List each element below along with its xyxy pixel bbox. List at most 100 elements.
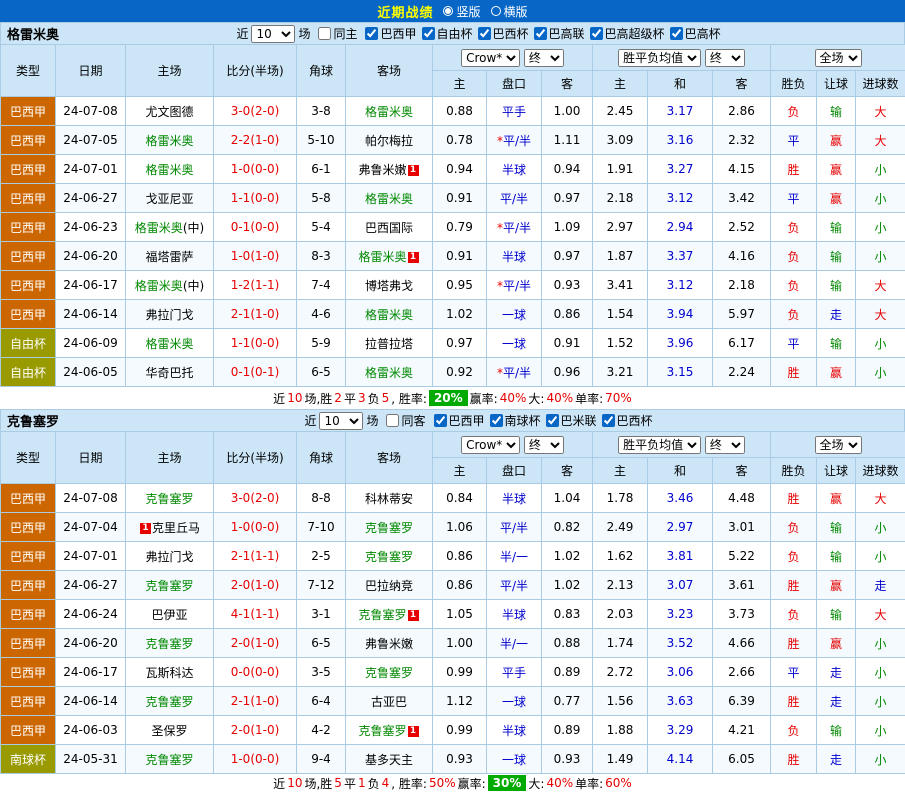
league-filter-label: 南球杯 [505,412,541,429]
col-away: 客场 [346,432,433,484]
asian-handicap: 半球 [487,155,542,184]
summary-segment: 赢率: [470,390,498,407]
result-handicap: 走 [817,300,856,329]
league-filter-checkbox[interactable] [422,27,435,40]
team-name-text: 格雷米奥 [145,337,193,351]
euro-home-odds: 2.45 [593,97,648,126]
same-venue-checkbox[interactable] [386,414,399,427]
league-filter-checkbox[interactable] [478,27,491,40]
asian-handicap: 半球 [487,600,542,629]
home-team: 克鲁塞罗 [126,484,214,513]
league-filter-label: 巴西杯 [493,25,529,42]
asian-home-odds: 1.05 [433,600,487,629]
corner-score: 6-1 [297,155,346,184]
euro-home-odds: 2.03 [593,600,648,629]
league-filter-巴西甲[interactable]: 巴西甲 [360,25,416,42]
league-filter-checkbox[interactable] [602,414,615,427]
league-filter-巴高杯[interactable]: 巴高杯 [665,25,721,42]
asian-odds-time-select[interactable]: 终 [524,436,564,454]
summary-segment: 近 [273,775,285,792]
col-goals: 进球数 [856,458,905,484]
radio-unselected-icon[interactable] [491,6,501,16]
league-filter-巴米联[interactable]: 巴米联 [541,412,597,429]
asian-handicap: 平/半 [487,184,542,213]
match-score: 0-0(0-0) [214,658,297,687]
radio-selected-icon[interactable] [443,6,453,16]
euro-odds-type-select[interactable]: 胜平负均值 [618,436,701,454]
asian-away-odds: 1.09 [542,213,593,242]
odds-provider-select[interactable]: Crow* [461,49,520,67]
team-name-text: 弗鲁米嫩 [365,637,413,651]
result-win-draw-loss: 负 [771,542,817,571]
summary-segment: 负 [368,775,380,792]
neutral-venue-tag: (中) [183,279,204,293]
result-win-draw-loss: 胜 [771,155,817,184]
league-filter-巴西杯[interactable]: 巴西杯 [597,412,653,429]
away-team: 克鲁塞罗 [346,542,433,571]
match-count-select[interactable]: 10 [319,412,363,430]
euro-odds-type-select[interactable]: 胜平负均值 [618,49,701,67]
league-type-badge: 巴西甲 [1,271,56,300]
asian-away-odds: 0.94 [542,155,593,184]
col-euro-home: 主 [593,458,648,484]
team-name-text: 古亚巴 [371,695,407,709]
league-filter-巴高超级杯[interactable]: 巴高超级杯 [585,25,665,42]
league-filter-checkbox[interactable] [546,414,559,427]
summary-segment: , 胜率: [391,775,427,792]
league-filter-checkbox[interactable] [590,27,603,40]
match-count-select[interactable]: 10 [251,25,295,43]
euro-odds-time-select[interactable]: 终 [705,49,745,67]
team-section-1: 格雷米奥 近 10 场 同主 巴西甲自由杯巴西杯巴高联巴高超级杯巴高杯 类型 日… [0,22,905,409]
result-win-draw-loss: 胜 [771,687,817,716]
euro-odds-header: 胜平负均值 终 [593,45,771,71]
league-filter-checkbox[interactable] [434,414,447,427]
euro-away-odds: 6.17 [713,329,771,358]
red-card-marker: 1 [408,165,419,176]
league-filter-checkbox[interactable] [670,27,683,40]
layout-radio-vertical[interactable]: 竖版 [443,3,480,20]
league-filter-checkbox[interactable] [490,414,503,427]
result-handicap: 走 [817,658,856,687]
handicap-text: 平手 [502,666,526,680]
euro-away-odds: 3.73 [713,600,771,629]
scope-select[interactable]: 全场 [815,49,862,67]
same-venue-filter[interactable]: 同主 [313,25,357,42]
league-filter-checkbox[interactable] [534,27,547,40]
euro-draw-odds: 3.29 [648,716,713,745]
home-team: 福塔雷萨 [126,242,214,271]
league-filter-巴西杯[interactable]: 巴西杯 [473,25,529,42]
table-header-row-1: 类型 日期 主场 比分(半场) 角球 客场 Crow* 终 胜平负均值 终 全场 [1,432,905,458]
match-score: 1-2(1-1) [214,271,297,300]
section-team-name: 格雷米奥 [7,24,59,43]
euro-odds-time-select[interactable]: 终 [705,436,745,454]
result-win-draw-loss: 负 [771,600,817,629]
summary-segment: 4 [382,776,390,790]
scope-header: 全场 [771,45,905,71]
same-venue-filter[interactable]: 同客 [381,412,425,429]
summary-segment: 2 [334,391,342,405]
corner-score: 5-9 [297,329,346,358]
same-venue-checkbox[interactable] [318,27,331,40]
euro-home-odds: 2.72 [593,658,648,687]
league-filter-巴高联[interactable]: 巴高联 [529,25,585,42]
result-win-draw-loss: 胜 [771,484,817,513]
section-summary: 近10场,胜2平3负5, 胜率: 20% 赢率:40% 大:40% 单率:70% [0,387,905,409]
summary-segment: 平 [344,775,356,792]
asian-home-odds: 0.86 [433,542,487,571]
col-asian-handicap: 盘口 [487,71,542,97]
team-name-text: 克鲁塞罗 [365,666,413,680]
league-filter-巴西甲[interactable]: 巴西甲 [429,412,485,429]
match-date: 24-06-14 [56,300,126,329]
league-filter-自由杯[interactable]: 自由杯 [417,25,473,42]
result-goals: 小 [856,629,905,658]
league-filter-checkbox[interactable] [365,27,378,40]
asian-odds-time-select[interactable]: 终 [524,49,564,67]
odds-provider-select[interactable]: Crow* [461,436,520,454]
home-team: 格雷米奥 [126,329,214,358]
team-section-2: 克鲁塞罗 近 10 场 同客 巴西甲南球杯巴米联巴西杯 类型 日期 主场 比分(… [0,409,905,792]
euro-away-odds: 2.66 [713,658,771,687]
league-filter-南球杯[interactable]: 南球杯 [485,412,541,429]
scope-select[interactable]: 全场 [815,436,862,454]
layout-radio-horizontal[interactable]: 横版 [491,3,528,20]
away-team: 古亚巴 [346,687,433,716]
